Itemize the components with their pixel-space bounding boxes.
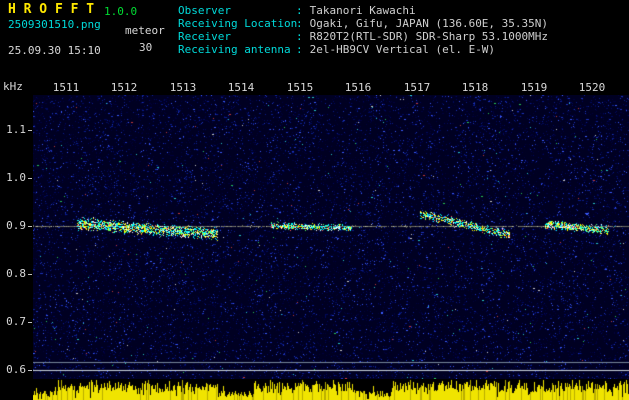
freq-tick-label: 0.8 [6, 267, 26, 280]
freq-tick-label: 1.0 [6, 171, 26, 184]
time-tick-label: 1514 [227, 81, 255, 94]
info-row-antenna: Receiving antenna:2el-HB9CV Vertical (el… [178, 43, 548, 56]
interval-label: 30 [139, 41, 153, 54]
colon: : [296, 43, 303, 56]
mode-label: meteor [125, 24, 165, 37]
time-tick-label: 1520 [578, 81, 606, 94]
freq-tick-label: 1.1 [6, 123, 26, 136]
info-row-receiver: Receiver: R820T2(RTL-SDR) SDR-Sharp 53.10… [178, 30, 548, 43]
freq-tick-mark [28, 130, 32, 131]
freq-tick-mark [28, 370, 32, 371]
info-row-observer: Observer: Takanori Kawachi [178, 4, 548, 17]
y-axis-unit: kHz [3, 80, 23, 93]
app-title: H R O F F T [8, 2, 95, 17]
info-value: 2el-HB9CV Vertical (el. E-W) [309, 43, 496, 56]
info-label: Observer [178, 4, 231, 17]
info-label: Receiving antenna [178, 43, 291, 56]
station-info: Observer: Takanori Kawachi Receiving Loca… [178, 4, 548, 56]
info-value: Ogaki, Gifu, JAPAN (136.60E, 35.35N) [309, 17, 549, 30]
time-tick-label: 1512 [110, 81, 138, 94]
info-label: Receiving Location [178, 17, 298, 30]
colon: : [296, 30, 303, 43]
time-tick-label: 1515 [286, 81, 314, 94]
info-value: R820T2(RTL-SDR) SDR-Sharp 53.1000MHz [309, 30, 549, 43]
time-tick-label: 1516 [344, 81, 372, 94]
freq-tick-label: 0.9 [6, 219, 26, 232]
output-filename: 2509301510.png [8, 18, 101, 31]
freq-tick-label: 0.6 [6, 363, 26, 376]
time-tick-label: 1519 [520, 81, 548, 94]
datetime-label: 25.09.30 15:10 [8, 44, 101, 57]
time-tick-label: 1518 [461, 81, 489, 94]
freq-tick-mark [28, 178, 32, 179]
spectrogram-canvas [33, 95, 629, 379]
colon: : [296, 4, 303, 17]
info-label: Receiver [178, 30, 231, 43]
signal-level-canvas [33, 379, 629, 400]
freq-tick-mark [28, 226, 32, 227]
info-value: Takanori Kawachi [309, 4, 416, 17]
app-version: 1.0.0 [104, 5, 138, 18]
time-tick-label: 1517 [403, 81, 431, 94]
info-row-location: Receiving Location: Ogaki, Gifu, JAPAN (1… [178, 17, 548, 30]
freq-tick-mark [28, 274, 32, 275]
freq-tick-mark [28, 322, 32, 323]
colon: : [296, 17, 303, 30]
time-tick-label: 1511 [52, 81, 80, 94]
time-tick-label: 1513 [169, 81, 197, 94]
freq-tick-label: 0.7 [6, 315, 26, 328]
hrofft-window: H R O F F T 1.0.0 2509301510.png meteor … [0, 0, 629, 400]
